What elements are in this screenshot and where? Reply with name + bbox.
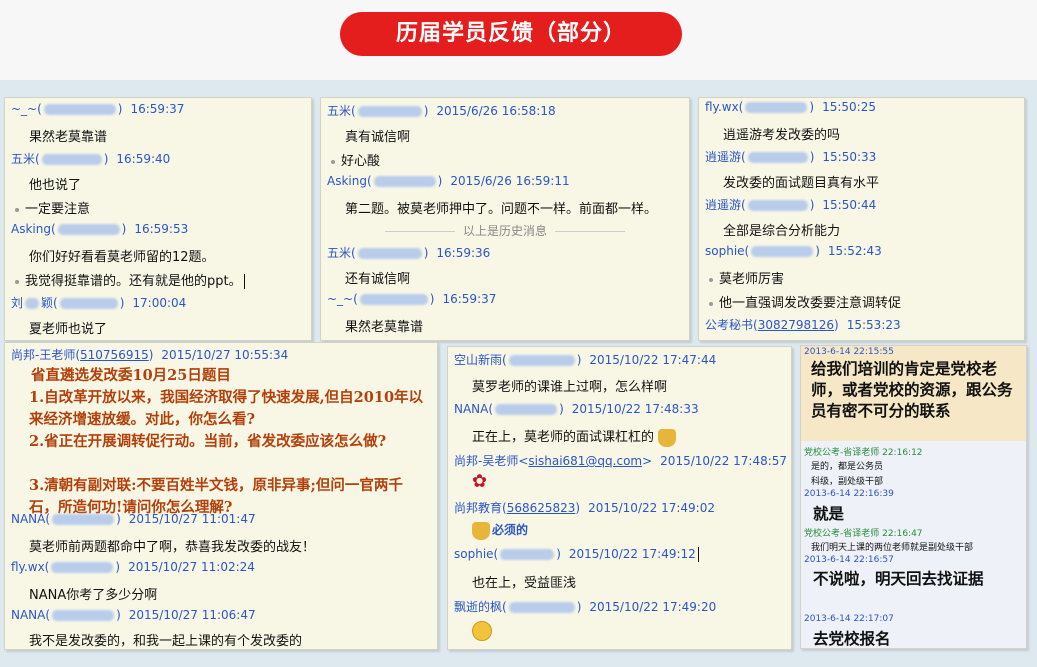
handwritten-message: 就是: [813, 504, 845, 523]
message-header: Asking() 16:59:53: [11, 222, 189, 236]
message-header: 公考秘书(3082798126) 15:53:23: [705, 318, 901, 332]
blurred-id: [57, 224, 120, 235]
message-text: 逍遥游考发改委的吗: [723, 128, 841, 143]
banner-title: 历届学员反馈（部分）: [340, 12, 682, 56]
blurred-id: [747, 152, 808, 163]
message-header: 飘逝的枫() 2015/10/22 17:49:20: [454, 600, 717, 614]
message-text: 还有诚信啊: [345, 272, 411, 287]
message-bullet: 他一直强调发改委要注意调转促: [709, 292, 1020, 311]
message-header: Asking() 2015/6/26 16:59:11: [327, 174, 570, 188]
smiley-icon: [472, 621, 492, 641]
message-bullet: 好心酸: [331, 150, 685, 169]
blurred-id: [51, 562, 114, 573]
chat-screenshot-1: ~_~() 16:59:37 果然老莫靠谱 五米() 16:59:40 他也说了 一…: [4, 97, 312, 341]
message-text: 正在上，莫老师的面试课杠杠的: [472, 426, 787, 447]
blurred-id: [500, 549, 555, 560]
exam-question-2: 2.省正在开展调转促行动。当前，省发改委应该怎么做?: [29, 433, 387, 450]
blurred-id: [508, 602, 575, 613]
message-text: 我们明天上课的两位老师就是副处级干部: [811, 543, 974, 553]
blurred-id: [359, 294, 428, 305]
blurred-id: [745, 102, 808, 113]
message-header: NANA() 2015/10/27 11:06:47: [11, 608, 256, 622]
message-text: 全部是综合分析能力: [723, 224, 841, 239]
handwritten-message: 不说啦，明天回去找证据: [813, 569, 984, 588]
message-header: sophie() 2015/10/22 17:49:12: [454, 547, 787, 562]
message-header: 尚邦-吴老师<sishai681@qq.com> 2015/10/22 17:48…: [454, 454, 788, 468]
blurred-id: [751, 246, 814, 257]
handwritten-message: 给我们培训的肯定是党校老师，或者党校的资源，跟公务员有密不可分的联系: [811, 359, 1013, 420]
chat-screenshot-5: 空山新雨() 2015/10/22 17:47:44 莫罗老师的课谁上过啊，怎么样…: [447, 346, 792, 650]
message-text: NANA你考了多少分啊: [29, 588, 158, 603]
message-text: 果然老莫靠谱: [345, 320, 424, 335]
blurred-id: [747, 200, 808, 211]
message-header: 逍遥游() 15:50:44: [705, 198, 877, 212]
message-header: 空山新雨() 2015/10/22 17:47:44: [454, 353, 717, 367]
message-text: 他也说了: [29, 178, 82, 193]
blurred-id: [357, 106, 422, 117]
message-text: 第二题。被莫老师押中了。问题不一样。前面都一样。: [345, 202, 658, 217]
feedback-collage: ~_~() 16:59:37 果然老莫靠谱 五米() 16:59:40 他也说了 一…: [0, 80, 1037, 667]
message-emoji: [472, 621, 787, 641]
message-sender: 党校公考-省译老师 22:16:47: [804, 529, 923, 539]
message-text: 果然老莫靠谱: [29, 130, 108, 145]
message-time: 2013-6-14 22:17:07: [804, 614, 894, 624]
blurred-name: [25, 298, 40, 309]
message-emoji: ✿: [472, 471, 787, 492]
message-time: 2013-6-14 22:16:39: [804, 489, 894, 499]
message-text: 是的，都是公务员: [811, 462, 884, 472]
blurred-id: [495, 404, 558, 415]
message-header: 逍遥游() 15:50:33: [705, 150, 877, 164]
message-time: 2013-6-14 22:16:57: [804, 555, 894, 565]
message-header: sophie() 15:52:43: [705, 244, 882, 258]
blurred-id: [43, 104, 116, 115]
message-text: 必须的: [472, 521, 787, 540]
message-bullet: 一定要注意: [15, 198, 307, 217]
blurred-id: [59, 298, 118, 309]
blurred-id: [508, 355, 575, 366]
blurred-id: [52, 610, 115, 621]
message-text: 发改委的面试题目真有水平: [723, 176, 880, 191]
message-text: 也在上，受益匪浅: [472, 576, 577, 591]
message-text: 莫老师前两题都命中了啊，恭喜我发改委的战友！: [29, 540, 316, 555]
message-text: 夏老师也说了: [29, 322, 108, 337]
rose-icon: ✿: [472, 471, 488, 492]
exam-question-1: 1.自改革开放以来，我国经济取得了快速发展,但自2010年以来经济增速放缓。对此…: [29, 389, 424, 428]
message-bullet: 莫老师厉害: [709, 268, 1020, 287]
message-header: 五米() 16:59:36: [327, 246, 491, 260]
message-header: 尚邦教育(568625823) 2015/10/22 17:49:02: [454, 501, 715, 515]
message-text: 你们好好看看莫老师留的12题。: [29, 250, 215, 265]
blurred-id: [357, 248, 422, 259]
message-header: fly.wx() 15:50:25: [705, 100, 876, 114]
message-header: NANA() 2015/10/22 17:48:33: [454, 402, 699, 416]
message-text: 科级，副处级干部: [811, 477, 884, 487]
message-bullet: 我觉得挺靠谱的。还有就是他的ppt。: [15, 270, 307, 289]
message-text: 莫罗老师的课谁上过啊，怎么样啊: [472, 380, 668, 395]
handwritten-message: 去党校报名: [813, 629, 891, 648]
thumbs-up-icon: [658, 428, 677, 447]
message-header: NANA() 2015/10/27 11:01:47: [11, 512, 256, 526]
chat-screenshot-2: 五米() 2015/6/26 16:58:18 真有诚信啊 好心酸 Asking(…: [320, 97, 690, 341]
message-header: ~_~() 16:59:37: [11, 102, 185, 116]
banner-area: 历届学员反馈（部分）: [0, 0, 1037, 80]
message-header: 刘颖() 17:00:04: [11, 296, 187, 310]
chat-screenshot-6: 2013-6-14 22:15:55 给我们培训的肯定是党校老师，或者党校的资源…: [800, 345, 1027, 649]
message-sender: 党校公考-省译老师 22:16:12: [804, 448, 923, 458]
message-header: ~_~() 16:59:37: [327, 292, 497, 306]
history-divider: 以上是历史消息: [341, 222, 669, 239]
blurred-id: [52, 514, 115, 525]
message-text: 我不是发改委的，和我一起上课的有个发改委的: [29, 634, 303, 649]
message-text: 真有诚信啊: [345, 130, 411, 145]
message-header: 五米() 2015/6/26 16:58:18: [327, 104, 556, 118]
chat-screenshot-4: 尚邦-王老师(510756915) 2015/10/27 10:55:34 省直遴…: [4, 342, 438, 650]
thumbs-up-icon: [472, 521, 490, 540]
message-header: 尚邦-王老师(510756915) 2015/10/27 10:55:34: [11, 348, 289, 362]
exam-title: 省直遴选发改委10月25日题目: [31, 367, 231, 384]
blurred-id: [373, 176, 436, 187]
message-header: fly.wx() 2015/10/27 11:02:24: [11, 560, 255, 574]
message-time: 2013-6-14 22:15:55: [804, 347, 894, 357]
message-header: 五米() 16:59:40: [11, 152, 171, 166]
chat-screenshot-3: fly.wx() 15:50:25 逍遥游考发改委的吗 逍遥游() 15:50:33…: [698, 97, 1025, 341]
blurred-id: [41, 154, 102, 165]
